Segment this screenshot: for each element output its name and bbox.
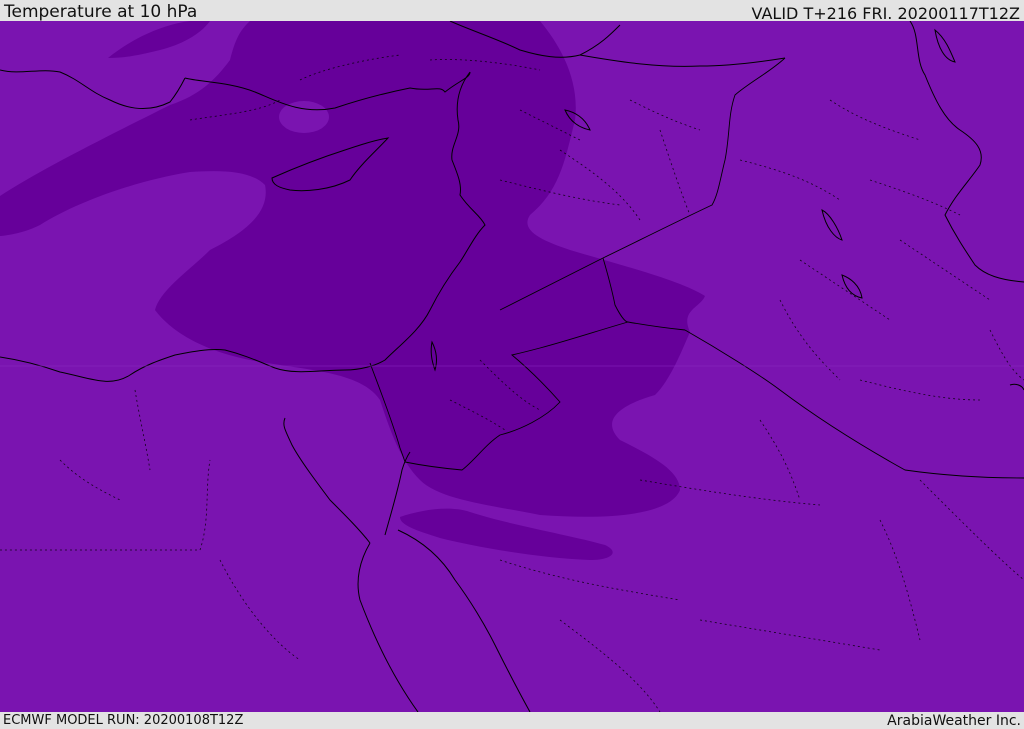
temperature-band-warm-pocket [279, 101, 329, 133]
credit-label: ArabiaWeather Inc. [887, 713, 1021, 729]
temperature-map [0, 21, 1024, 712]
map-product-frame: Temperature at 10 hPa VALID T+216 FRI. 2… [0, 0, 1024, 729]
header-bar: Temperature at 10 hPa VALID T+216 FRI. 2… [0, 0, 1024, 23]
map-title: Temperature at 10 hPa [4, 2, 198, 22]
valid-time-label: VALID T+216 FRI. 20200117T12Z [751, 4, 1020, 23]
model-run-label: ECMWF MODEL RUN: 20200108T12Z [3, 713, 244, 728]
footer-bar: ECMWF MODEL RUN: 20200108T12Z ArabiaWeat… [0, 712, 1024, 729]
